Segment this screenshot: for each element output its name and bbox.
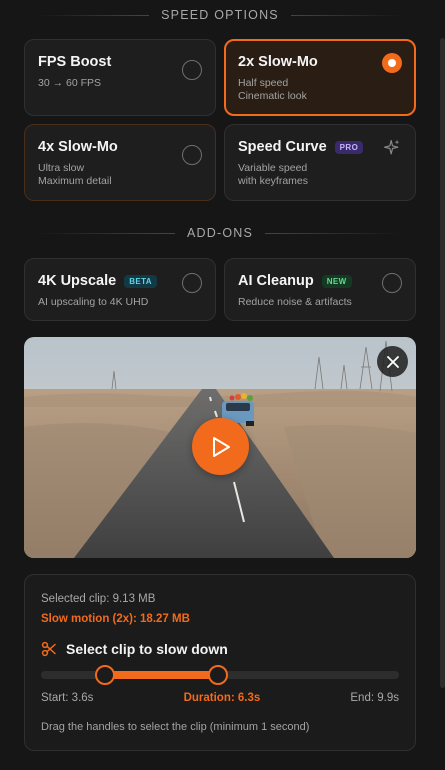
- 4x-slow-mo-card[interactable]: 4x Slow-Mo Ultra slow Maximum detail: [24, 124, 216, 201]
- card-title: 4x Slow-Mo: [38, 139, 118, 155]
- ai-cleanup-card[interactable]: AI Cleanup NEW Reduce noise & artifacts: [224, 258, 416, 321]
- play-icon: [212, 436, 230, 457]
- selected-clip-size: Selected clip: 9.13 MB: [41, 593, 156, 605]
- slider-end-handle[interactable]: [208, 665, 229, 685]
- new-badge: NEW: [321, 274, 352, 288]
- card-desc: Ultra slow Maximum detail: [38, 162, 112, 187]
- close-icon: [386, 355, 399, 368]
- slider-selected-range: [105, 671, 219, 679]
- fps-boost-radio[interactable]: [182, 60, 202, 80]
- 4k-upscale-radio[interactable]: [182, 273, 202, 293]
- speed-options-panel: SPEED OPTIONS FPS Boost 30 → 60 FPS 2x S…: [0, 0, 445, 770]
- play-button[interactable]: [192, 418, 249, 475]
- card-desc: 30 → 60 FPS: [38, 77, 102, 89]
- slider-start-handle[interactable]: [95, 665, 116, 685]
- slider-hint: Drag the handles to select the clip (min…: [41, 721, 310, 733]
- start-label: Start: 3.6s: [41, 692, 94, 704]
- 4k-upscale-card[interactable]: 4K Upscale BETA AI upscaling to 4K UHD: [24, 258, 216, 321]
- card-title: 4K Upscale BETA: [38, 273, 202, 289]
- close-video-button[interactable]: [377, 346, 408, 377]
- end-label: End: 9.9s: [350, 692, 399, 704]
- card-desc: AI upscaling to 4K UHD: [38, 296, 149, 308]
- clip-selector-panel: Selected clip: 9.13 MB Slow motion (2x):…: [24, 574, 416, 751]
- beta-badge: BETA: [124, 274, 157, 288]
- clip-heading: Select clip to slow down: [41, 641, 228, 657]
- fps-boost-card[interactable]: FPS Boost 30 → 60 FPS: [24, 39, 216, 116]
- card-title: 2x Slow-Mo: [238, 54, 318, 70]
- 2x-slow-mo-radio-checked[interactable]: [382, 53, 402, 73]
- card-title: Speed Curve PRO: [238, 139, 402, 155]
- clip-heading-text: Select clip to slow down: [66, 641, 228, 657]
- 2x-slow-mo-card[interactable]: 2x Slow-Mo Half speed Cinematic look: [224, 39, 416, 116]
- speed-curve-card[interactable]: Speed Curve PRO Variable speed with keyf…: [224, 124, 416, 201]
- scrollbar[interactable]: [440, 38, 445, 688]
- card-desc: Variable speed with keyframes: [238, 162, 309, 187]
- card-desc: Half speed Cinematic look: [238, 77, 307, 102]
- section-title-speed-options: SPEED OPTIONS: [24, 5, 416, 25]
- slow-motion-size: Slow motion (2x): 18.27 MB: [41, 613, 190, 625]
- range-labels: Start: 3.6s Duration: 6.3s End: 9.9s: [41, 692, 399, 704]
- card-desc: Reduce noise & artifacts: [238, 296, 352, 308]
- ai-cleanup-radio[interactable]: [382, 273, 402, 293]
- duration-label: Duration: 6.3s: [183, 692, 261, 704]
- card-title: FPS Boost: [38, 54, 112, 70]
- sparkle-icon: [383, 139, 400, 155]
- video-preview[interactable]: [24, 337, 416, 558]
- card-title: AI Cleanup NEW: [238, 273, 402, 289]
- 4x-slow-mo-radio[interactable]: [182, 145, 202, 165]
- clip-range-slider[interactable]: [41, 665, 399, 685]
- section-title-addons: ADD-ONS: [24, 223, 416, 243]
- pro-badge: PRO: [334, 140, 364, 154]
- scissors-icon: [41, 641, 56, 657]
